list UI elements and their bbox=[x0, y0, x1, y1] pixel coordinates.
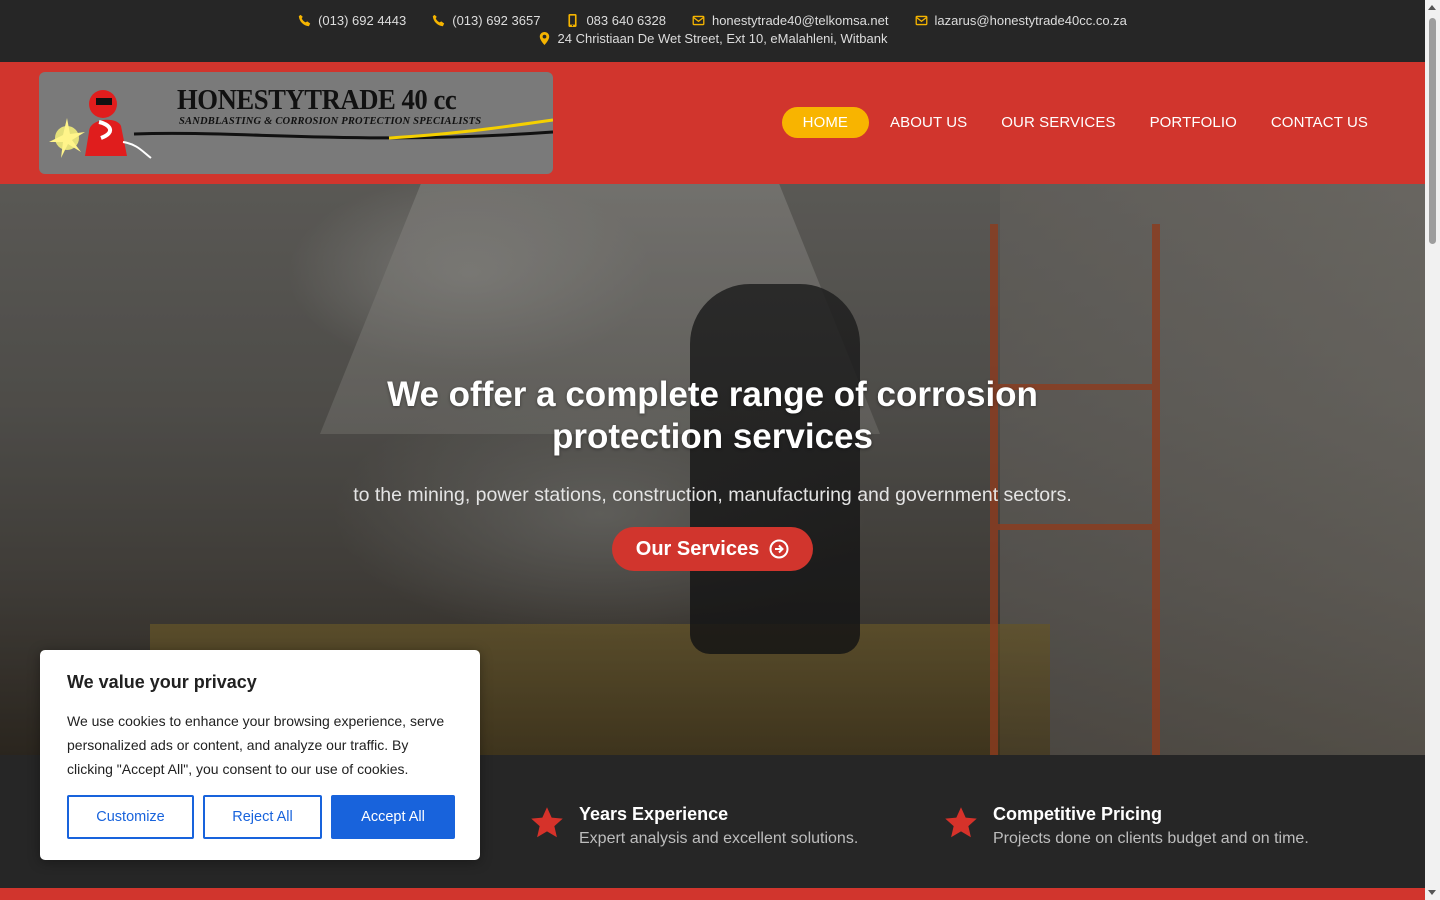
hero-content: We offer a complete range of corrosion p… bbox=[0, 374, 1425, 571]
main-nav: HOME ABOUT US OUR SERVICES PORTFOLIO CON… bbox=[781, 107, 1381, 138]
our-services-button[interactable]: Our Services bbox=[611, 527, 814, 571]
phone-2-text: (013) 692 3657 bbox=[452, 13, 541, 28]
cookie-consent-dialog: We value your privacy We use cookies to … bbox=[40, 650, 480, 860]
cookie-text: We use cookies to enhance your browsing … bbox=[67, 713, 445, 777]
feature-description: Expert analysis and excellent solutions. bbox=[579, 830, 859, 847]
feature-title: Years Experience bbox=[579, 804, 729, 824]
scroll-up-arrow-icon[interactable] bbox=[1428, 5, 1436, 10]
site-logo[interactable]: HONESTYTRADE 40 cc SANDBLASTING & CORROS… bbox=[39, 72, 553, 174]
envelope-icon bbox=[692, 15, 705, 26]
phone-icon bbox=[433, 14, 445, 27]
logo-brand-text: HONESTYTRADE 40 cc bbox=[177, 84, 457, 116]
scroll-down-arrow-icon[interactable] bbox=[1428, 890, 1436, 895]
map-pin-icon bbox=[539, 32, 549, 45]
email-2-text: lazarus@honestytrade40cc.co.za bbox=[934, 13, 1127, 28]
nav-our-services[interactable]: OUR SERVICES bbox=[988, 107, 1128, 138]
nav-portfolio[interactable]: PORTFOLIO bbox=[1137, 107, 1250, 138]
email-1-text: honestytrade40@telkomsa.net bbox=[711, 13, 889, 28]
phone-contact-2[interactable]: (013) 692 3657 bbox=[432, 13, 540, 28]
cookie-customize-button[interactable]: Customize bbox=[67, 795, 194, 839]
hero-subtitle: to the mining, power stations, construct… bbox=[353, 484, 1072, 506]
star-icon bbox=[945, 807, 977, 838]
star-icon bbox=[531, 807, 563, 838]
nav-contact-us[interactable]: CONTACT US bbox=[1258, 107, 1381, 138]
cookie-buttons: Customize Reject All Accept All bbox=[67, 795, 455, 839]
nav-home[interactable]: HOME bbox=[781, 107, 870, 138]
cookie-reject-all-button[interactable]: Reject All bbox=[203, 795, 322, 839]
arrow-circle-right-icon bbox=[769, 539, 789, 559]
feature-competitive-pricing: Competitive Pricing Projects done on cli… bbox=[943, 804, 1309, 848]
address-contact[interactable]: 24 Christiaan De Wet Street, Ext 10, eMa… bbox=[538, 31, 888, 46]
feature-title: Competitive Pricing bbox=[993, 804, 1163, 824]
nav-about-us[interactable]: ABOUT US bbox=[877, 107, 980, 138]
email-contact-1[interactable]: honestytrade40@telkomsa.net bbox=[692, 13, 889, 28]
logo-tagline: SANDBLASTING & CORROSION PROTECTION SPEC… bbox=[179, 116, 482, 127]
our-services-button-label: Our Services bbox=[635, 537, 760, 560]
top-info-bar: (013) 692 4443 (013) 692 3657 083 640 63… bbox=[0, 0, 1425, 62]
site-header: HONESTYTRADE 40 cc SANDBLASTING & CORROS… bbox=[0, 62, 1425, 184]
phone-contact-1[interactable]: (013) 692 4443 bbox=[298, 13, 406, 28]
feature-description: Projects done on clients budget and on t… bbox=[993, 830, 1309, 847]
footer-red-bar bbox=[0, 888, 1425, 900]
mobile-text: 083 640 6328 bbox=[586, 13, 666, 28]
cookie-title: We value your privacy bbox=[67, 672, 257, 692]
hero-title: We offer a complete range of corrosion p… bbox=[387, 375, 1038, 456]
address-text: 24 Christiaan De Wet Street, Ext 10, eMa… bbox=[557, 31, 888, 46]
envelope-icon bbox=[915, 15, 927, 26]
scrollbar-thumb[interactable] bbox=[1429, 18, 1436, 244]
page-scrollbar[interactable] bbox=[1425, 0, 1440, 900]
cookie-accept-all-button[interactable]: Accept All bbox=[331, 795, 455, 839]
phone-1-text: (013) 692 4443 bbox=[318, 13, 407, 28]
mobile-contact[interactable]: 083 640 6328 bbox=[566, 13, 666, 28]
feature-years-experience: Years Experience Expert analysis and exc… bbox=[529, 804, 858, 848]
phone-icon bbox=[298, 14, 311, 27]
mobile-phone-icon bbox=[568, 14, 577, 27]
email-contact-2[interactable]: lazarus@honestytrade40cc.co.za bbox=[915, 13, 1127, 28]
